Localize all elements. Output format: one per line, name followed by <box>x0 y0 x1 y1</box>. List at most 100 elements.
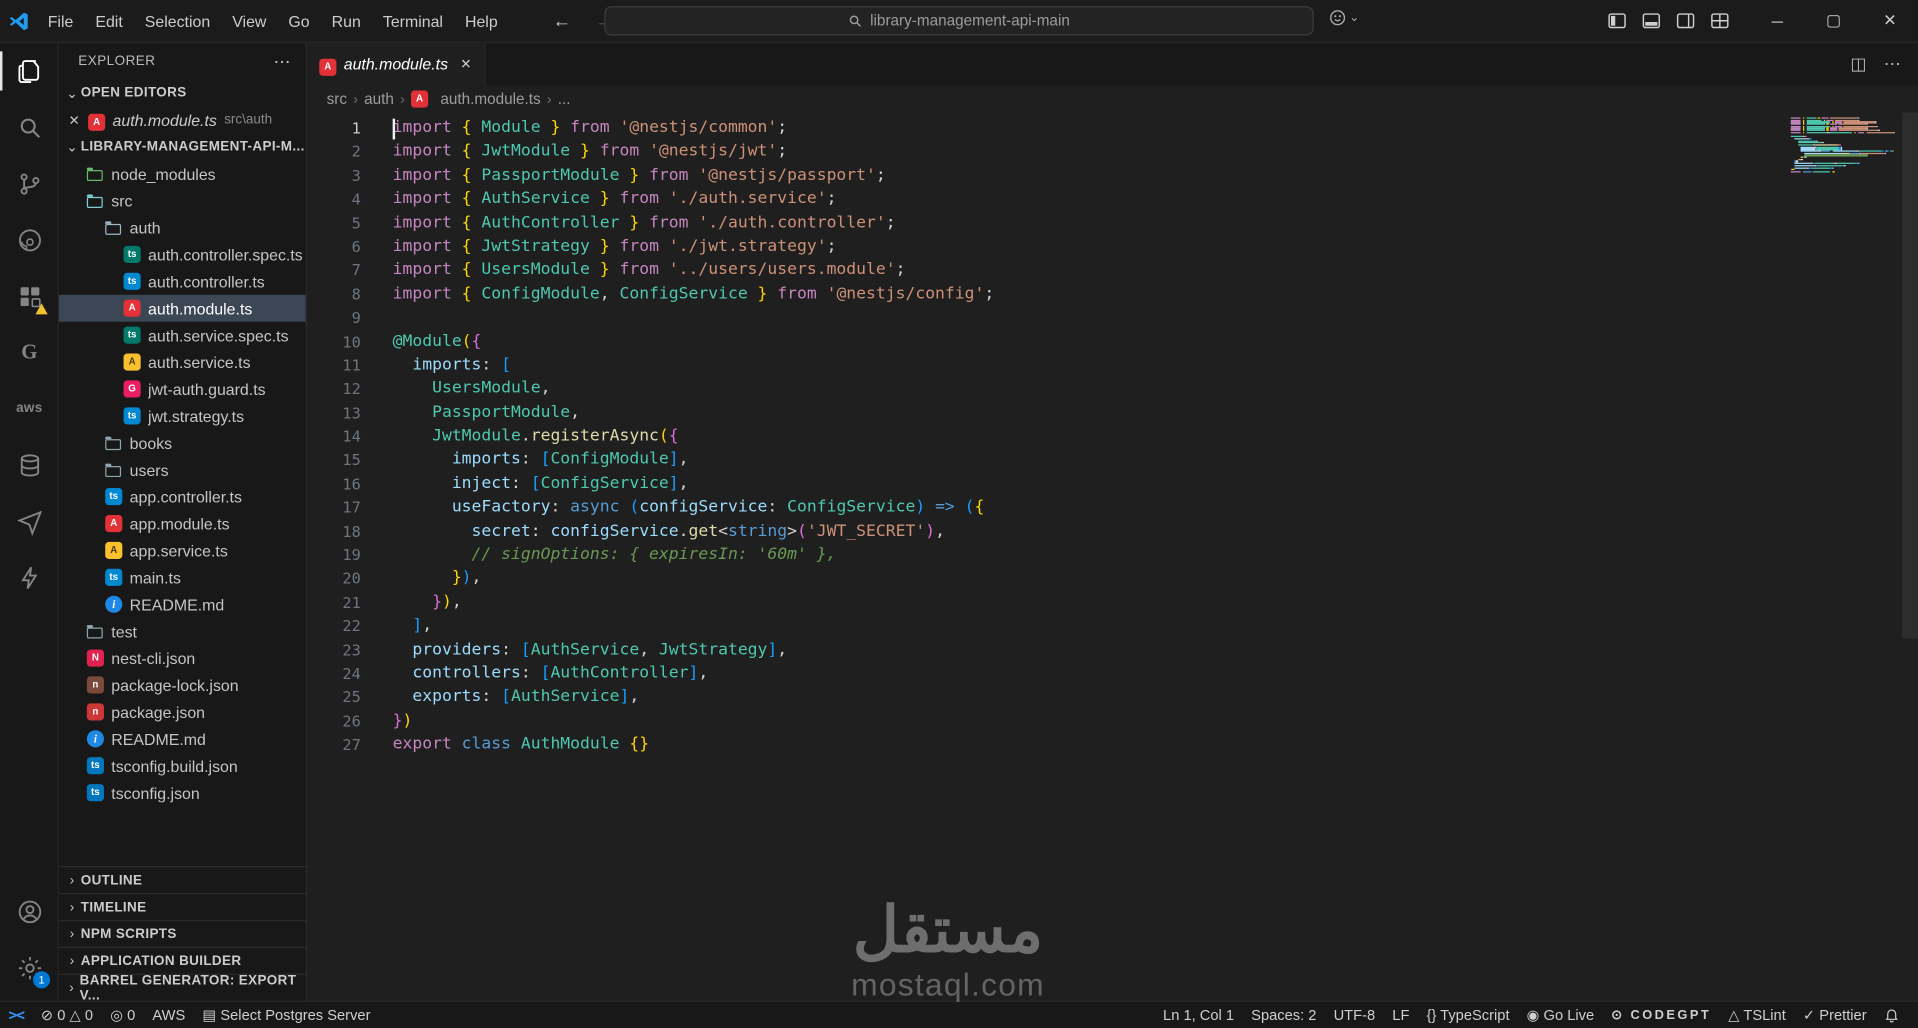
tree-item-auth[interactable]: auth <box>59 214 306 241</box>
close-window-button[interactable]: ✕ <box>1862 0 1918 42</box>
menu-run[interactable]: Run <box>321 0 372 42</box>
code-line-11[interactable]: 11 imports: [ <box>307 353 1918 377</box>
close-icon[interactable]: ✕ <box>460 56 471 72</box>
toggle-sidebar-icon[interactable] <box>1607 11 1627 31</box>
tab-auth-module-ts[interactable]: A auth.module.ts ✕ <box>307 42 486 86</box>
code-line-23[interactable]: 23 providers: [AuthService, JwtStrategy]… <box>307 638 1918 662</box>
code-line-15[interactable]: 15 imports: [ConfigModule], <box>307 448 1918 472</box>
tree-item-books[interactable]: books <box>59 429 306 456</box>
open-editor-item[interactable]: ✕ A auth.module.ts src\auth <box>59 106 306 133</box>
go-live[interactable]: ◉ Go Live <box>1518 1002 1603 1028</box>
code-line-14[interactable]: 14 JwtModule.registerAsync({ <box>307 425 1918 449</box>
ports[interactable]: ◎ 0 <box>102 1002 144 1028</box>
problems[interactable]: ⊘ 0 △ 0 <box>32 1002 101 1028</box>
code-line-24[interactable]: 24 controllers: [AuthController], <box>307 662 1918 686</box>
panel-npm-scripts[interactable]: › NPM SCRIPTS <box>58 919 306 947</box>
search-box[interactable]: library-management-api-main <box>604 6 1314 36</box>
tree-item-README.md[interactable]: i README.md <box>59 591 306 618</box>
project-header[interactable]: ⌄ LIBRARY-MANAGEMENT-API-M... <box>59 133 306 160</box>
code-content[interactable]: 1 import { Module } from '@nestjs/common'… <box>307 116 1918 756</box>
tslint[interactable]: △ TSLint <box>1720 1002 1795 1028</box>
code-line-6[interactable]: 6 import { JwtStrategy } from './jwt.stra… <box>307 235 1918 259</box>
customize-layout-icon[interactable] <box>1710 11 1730 31</box>
code-line-7[interactable]: 7 import { UsersModule } from '../users/u… <box>307 259 1918 283</box>
close-icon[interactable]: ✕ <box>68 112 88 128</box>
postgres-server[interactable]: ▤ Select Postgres Server <box>194 1002 379 1028</box>
panel-outline[interactable]: › OUTLINE <box>58 866 306 893</box>
profile-button[interactable]: ⌄ <box>1328 9 1359 27</box>
tree-item-test[interactable]: test <box>59 618 306 645</box>
code-line-5[interactable]: 5 import { AuthController } from './auth.… <box>307 211 1918 235</box>
tree-item-tsconfig.build.json[interactable]: ts tsconfig.build.json <box>59 752 306 779</box>
extensions-icon[interactable] <box>0 268 59 324</box>
code-line-4[interactable]: 4 import { AuthService } from './auth.ser… <box>307 187 1918 211</box>
database-icon[interactable] <box>0 437 59 493</box>
settings-gear-icon[interactable]: 1 <box>0 939 59 995</box>
tree-item-app.module.ts[interactable]: Aapp.module.ts <box>59 510 306 537</box>
code-line-18[interactable]: 18 secret: configService.get<string>('JW… <box>307 519 1918 543</box>
code-line-10[interactable]: 10 @Module({ <box>307 330 1918 354</box>
code-line-17[interactable]: 17 useFactory: async (configService: Con… <box>307 496 1918 520</box>
breadcrumb[interactable]: src › auth › Aauth.module.ts ›... <box>307 86 1918 113</box>
cursor-position[interactable]: Ln 1, Col 1 <box>1154 1002 1242 1028</box>
tree-item-main.ts[interactable]: ts main.ts <box>59 564 306 591</box>
aws[interactable]: AWS <box>144 1002 194 1028</box>
tree-item-auth.service.ts[interactable]: Aauth.service.ts <box>59 349 306 376</box>
code-line-8[interactable]: 8 import { ConfigModule, ConfigService } … <box>307 282 1918 306</box>
code-editor[interactable]: 1 import { Module } from '@nestjs/common'… <box>307 112 1918 1001</box>
menu-file[interactable]: File <box>37 0 85 42</box>
breadcrumb-item--[interactable]: ... <box>558 91 571 108</box>
code-line-22[interactable]: 22 ], <box>307 614 1918 638</box>
search-sidebar-icon[interactable] <box>0 99 59 155</box>
github-icon[interactable] <box>0 212 59 268</box>
source-control-icon[interactable] <box>0 155 59 211</box>
code-line-21[interactable]: 21 }), <box>307 591 1918 615</box>
menu-view[interactable]: View <box>221 0 277 42</box>
codegpt[interactable]: ⊙ CODEGPT <box>1603 1002 1720 1028</box>
tree-item-auth.controller.spec.ts[interactable]: ts auth.controller.spec.ts <box>59 241 306 268</box>
menu-terminal[interactable]: Terminal <box>372 0 454 42</box>
code-line-16[interactable]: 16 inject: [ConfigService], <box>307 472 1918 496</box>
minimize-button[interactable]: ─ <box>1749 0 1805 42</box>
explorer-icon[interactable] <box>0 43 59 99</box>
tree-item-auth.module.ts[interactable]: Aauth.module.ts <box>58 294 306 322</box>
code-line-2[interactable]: 2 import { JwtModule } from '@nestjs/jwt'… <box>307 140 1918 164</box>
tree-item-package-lock.json[interactable]: n package-lock.json <box>59 672 306 699</box>
tree-item-src[interactable]: src <box>59 187 306 214</box>
breadcrumb-item-auth-module-ts[interactable]: Aauth.module.ts <box>411 90 541 108</box>
tree-item-package.json[interactable]: n package.json <box>59 698 306 725</box>
account-icon[interactable] <box>0 883 59 939</box>
toggle-panel-icon[interactable] <box>1642 11 1662 31</box>
encoding[interactable]: UTF-8 <box>1325 1002 1384 1028</box>
tree-item-app.service.ts[interactable]: Aapp.service.ts <box>59 537 306 564</box>
thunder-client-icon[interactable] <box>0 549 59 605</box>
tree-item-app.controller.ts[interactable]: ts app.controller.ts <box>59 483 306 510</box>
tree-item-node_modules[interactable]: node_modules <box>59 160 306 187</box>
language-mode[interactable]: {} TypeScript <box>1418 1002 1518 1028</box>
prettier[interactable]: ✓ Prettier <box>1794 1002 1875 1028</box>
back-button[interactable]: ← <box>541 10 584 31</box>
paper-plane-icon[interactable] <box>0 493 59 549</box>
tree-item-auth.service.spec.ts[interactable]: ts auth.service.spec.ts <box>59 322 306 349</box>
tree-item-auth.controller.ts[interactable]: ts auth.controller.ts <box>59 268 306 295</box>
tree-item-nest-cli.json[interactable]: Nnest-cli.json <box>59 645 306 672</box>
toggle-secondary-sidebar-icon[interactable] <box>1676 11 1696 31</box>
maximize-button[interactable]: ▢ <box>1805 0 1861 42</box>
code-line-1[interactable]: 1 import { Module } from '@nestjs/common'… <box>307 116 1918 140</box>
eol[interactable]: LF <box>1384 1002 1418 1028</box>
code-line-12[interactable]: 12 UsersModule, <box>307 377 1918 401</box>
code-line-20[interactable]: 20 }), <box>307 567 1918 591</box>
remote-indicator[interactable]: >< <box>0 1002 32 1028</box>
code-line-26[interactable]: 26}) <box>307 709 1918 733</box>
code-line-13[interactable]: 13 PassportModule, <box>307 401 1918 425</box>
minimap[interactable] <box>1790 117 1899 173</box>
breadcrumb-item-auth[interactable]: auth <box>364 91 394 108</box>
panel-application-builder[interactable]: › APPLICATION BUILDER <box>58 946 306 974</box>
code-line-27[interactable]: 27 export class AuthModule {} <box>307 733 1918 757</box>
tree-item-jwt.strategy.ts[interactable]: ts jwt.strategy.ts <box>59 402 306 429</box>
code-line-25[interactable]: 25 exports: [AuthService], <box>307 685 1918 709</box>
tree-item-users[interactable]: users <box>59 456 306 483</box>
panel-timeline[interactable]: › TIMELINE <box>58 892 306 920</box>
tree-item-README.md[interactable]: i README.md <box>59 725 306 752</box>
menu-edit[interactable]: Edit <box>84 0 133 42</box>
